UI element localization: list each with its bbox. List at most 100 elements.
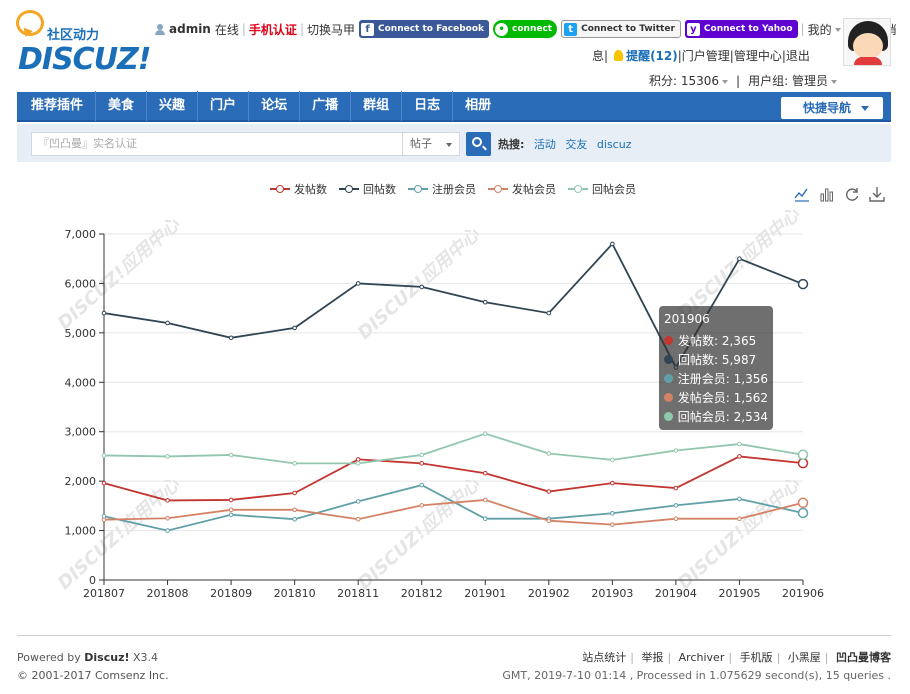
x-tick-label: 201808 bbox=[147, 587, 189, 600]
logo-subtitle: 社区动力 bbox=[47, 28, 100, 43]
hot-search-label: 热搜: bbox=[498, 138, 525, 151]
series-line bbox=[103, 484, 804, 532]
quick-nav-button[interactable]: 快捷导航 bbox=[781, 97, 883, 119]
logout-link[interactable]: 退出 bbox=[786, 47, 810, 64]
series-dot-icon bbox=[664, 355, 673, 364]
facebook-connect-button[interactable]: f Connect to Facebook bbox=[359, 20, 490, 38]
y-tick-label: 7,000 bbox=[65, 228, 97, 241]
data-point bbox=[101, 480, 107, 486]
footer-link-blacklist[interactable]: 小黑屋 bbox=[788, 651, 821, 664]
quick-nav-label: 快捷导航 bbox=[803, 101, 852, 115]
y-tick-label: 3,000 bbox=[65, 426, 97, 439]
search-button[interactable] bbox=[466, 132, 491, 156]
usergroup-menu[interactable]: 用户组: 管理员 bbox=[748, 72, 837, 89]
footer-link-mobile[interactable]: 手机版 bbox=[740, 651, 773, 664]
x-tick-label: 201905 bbox=[718, 587, 760, 600]
stats-line-chart: 0 1,000 2,000 3,000 4,000 5,000 6,000 7,000 2018… bbox=[65, 228, 825, 600]
data-point bbox=[737, 454, 742, 459]
yahoo-connect-button[interactable]: y Connect to Yahoo bbox=[684, 20, 798, 38]
remind-link[interactable]: 提醒(12) bbox=[626, 47, 678, 64]
site-logo[interactable]: 社区动力 DISCUZ! bbox=[14, 8, 151, 77]
hot-search-link[interactable]: discuz bbox=[597, 138, 632, 151]
footer-left: Powered by Discuz! X3.4 © 2001-2017 Coms… bbox=[17, 649, 169, 685]
data-point bbox=[228, 507, 234, 513]
nav-item-food[interactable]: 美食 bbox=[96, 91, 148, 121]
data-point bbox=[737, 441, 742, 447]
hot-search-link[interactable]: 活动 bbox=[534, 138, 556, 151]
switch-account-link[interactable]: 切换马甲 bbox=[307, 21, 355, 38]
discuz-link[interactable]: Discuz! bbox=[84, 651, 129, 664]
footer-link-report[interactable]: 举报 bbox=[641, 651, 663, 664]
chevron-down-icon bbox=[861, 106, 869, 111]
x-tick-label: 201901 bbox=[464, 587, 506, 600]
nav-item-interest[interactable]: 兴趣 bbox=[147, 91, 199, 121]
nav-item-plugins[interactable]: 推荐插件 bbox=[17, 91, 97, 121]
user-stats: 积分: 15306 | 用户组: 管理员 bbox=[649, 72, 837, 89]
mine-menu[interactable]: 我的 bbox=[808, 21, 841, 38]
avatar[interactable] bbox=[843, 18, 891, 66]
nav-item-broadcast[interactable]: 广播 bbox=[300, 91, 352, 121]
data-point bbox=[610, 241, 615, 247]
series-dot-icon bbox=[664, 336, 673, 345]
footer-link-stats[interactable]: 站点统计 bbox=[582, 651, 626, 664]
footer-right: 站点统计 | 举报 | Archiver | 手机版 | 小黑屋 | 凹凸曼博客 GMT,… bbox=[502, 649, 891, 682]
nav-item-groups[interactable]: 群组 bbox=[351, 91, 403, 121]
messages-link-cont[interactable]: 息 bbox=[592, 47, 604, 64]
tooltip-row: 回帖数: 5,987 bbox=[664, 350, 768, 369]
avatar-shirt bbox=[854, 57, 882, 65]
facebook-icon: f bbox=[361, 22, 374, 36]
footer-link-archiver[interactable]: Archiver bbox=[679, 651, 725, 664]
online-status[interactable]: 在线 bbox=[215, 21, 239, 38]
footer-divider bbox=[17, 635, 891, 636]
data-point bbox=[355, 461, 361, 466]
line-connect-button[interactable]: • connect bbox=[493, 20, 558, 38]
username-link[interactable]: admin bbox=[169, 22, 211, 36]
hot-search: 热搜: 活动 交友 discuz bbox=[498, 136, 631, 152]
avatar-face bbox=[853, 33, 883, 59]
hot-search-link[interactable]: 交友 bbox=[565, 138, 587, 151]
footer-link-blog[interactable]: 凹凸曼博客 bbox=[836, 651, 891, 664]
nav-item-blog[interactable]: 日志 bbox=[402, 91, 454, 121]
chart-tooltip: 201906 发帖数: 2,365 回帖数: 5,987 注册会员: 1,356… bbox=[659, 306, 773, 430]
phone-verify-link[interactable]: 手机认证 bbox=[249, 21, 297, 38]
x-tick-label: 201810 bbox=[274, 587, 316, 600]
admin-center-link[interactable]: 管理中心 bbox=[734, 47, 782, 64]
data-point bbox=[610, 522, 615, 527]
data-point bbox=[482, 299, 488, 305]
search-type-select[interactable]: 帖子 bbox=[403, 132, 460, 156]
line-label: connect bbox=[512, 24, 553, 34]
series-dot-icon bbox=[664, 374, 673, 383]
data-point bbox=[292, 461, 297, 466]
nav-item-album[interactable]: 相册 bbox=[453, 91, 503, 121]
data-point bbox=[419, 482, 425, 488]
facebook-label: Connect to Facebook bbox=[378, 24, 485, 34]
divider: | bbox=[736, 73, 741, 88]
chevron-down-icon bbox=[446, 143, 452, 147]
data-point bbox=[165, 528, 170, 533]
data-point bbox=[165, 320, 170, 326]
points-menu[interactable]: 积分: 15306 bbox=[649, 72, 729, 89]
y-tick-label: 0 bbox=[89, 574, 96, 587]
powered-by-label: Powered by bbox=[17, 651, 81, 664]
nav-item-forum[interactable]: 论坛 bbox=[249, 91, 301, 121]
data-point bbox=[673, 503, 679, 508]
data-point bbox=[482, 431, 488, 436]
chevron-down-icon bbox=[830, 79, 837, 84]
tooltip-value: 注册会员: 1,356 bbox=[677, 372, 768, 386]
search-input[interactable]: 『凹凸曼』实名认证 bbox=[31, 132, 403, 156]
yahoo-label: Connect to Yahoo bbox=[703, 24, 793, 34]
bulb-icon bbox=[614, 50, 624, 61]
divider: | bbox=[800, 22, 805, 36]
portal-admin-link[interactable]: 门户管理 bbox=[682, 47, 730, 64]
nav-item-portal[interactable]: 门户 bbox=[198, 91, 250, 121]
data-point bbox=[797, 507, 809, 519]
data-point bbox=[355, 457, 361, 462]
data-point bbox=[101, 453, 107, 458]
logo-bubble-icon bbox=[16, 10, 44, 36]
divider: | bbox=[299, 22, 304, 36]
data-point bbox=[673, 516, 679, 522]
tooltip-row: 发帖会员: 1,562 bbox=[664, 388, 768, 407]
x-tick-label: 201903 bbox=[591, 587, 633, 600]
search-bar: 『凹凸曼』实名认证 帖子 热搜: 活动 交友 discuz bbox=[17, 124, 891, 162]
twitter-connect-button[interactable]: t Connect to Twitter bbox=[561, 20, 681, 38]
